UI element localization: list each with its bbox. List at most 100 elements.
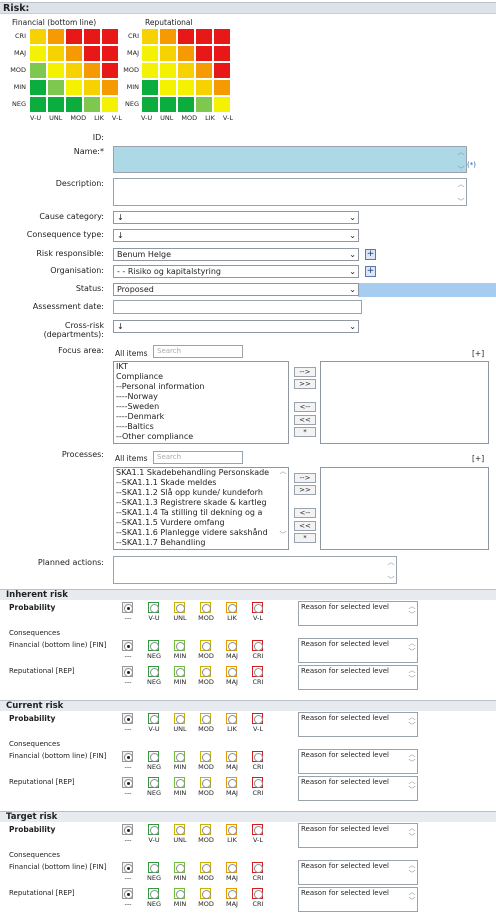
processes-list-item[interactable]: --SKA1.1.3 Registrere skade & kartleg bbox=[116, 498, 278, 508]
target-risk-probability-option-none[interactable] bbox=[122, 824, 133, 835]
target-risk-financial-option-cri[interactable] bbox=[252, 862, 263, 873]
add-responsible-button[interactable]: + bbox=[365, 249, 376, 260]
inherent-risk-probability-option-mod[interactable] bbox=[200, 602, 211, 613]
target-risk-reputational-option-min[interactable] bbox=[174, 888, 185, 899]
focus-clear-button[interactable]: * bbox=[294, 427, 316, 437]
consequence-type-select[interactable]: ↓ ⌄ bbox=[113, 229, 359, 242]
target-risk-probability-option-v-u[interactable] bbox=[148, 824, 159, 835]
current-risk-reputational-option-min[interactable] bbox=[174, 777, 185, 788]
description-field[interactable]: ︿ ﹀ bbox=[113, 178, 467, 206]
name-scrollbar[interactable]: ︿ ﹀ bbox=[456, 147, 466, 174]
current-risk-financial-radio[interactable] bbox=[175, 752, 185, 762]
planned-actions-field[interactable]: ︿ ﹀ bbox=[113, 556, 397, 584]
focus-move-right-button[interactable]: --> bbox=[294, 367, 316, 377]
target-risk-reputational-option-cri[interactable] bbox=[252, 888, 263, 899]
add-organisation-button[interactable]: + bbox=[365, 266, 376, 277]
target-risk-probability-radio[interactable] bbox=[175, 825, 185, 835]
target-risk-reputational-radio[interactable] bbox=[149, 889, 159, 899]
target-risk-probability-option-v-l[interactable] bbox=[252, 824, 263, 835]
target-risk-probability-reason-field[interactable]: Reason for selected level ︿ ﹀ bbox=[298, 823, 418, 848]
current-risk-probability-reason-scrollbar[interactable]: ︿ ﹀ bbox=[407, 713, 417, 736]
inherent-risk-financial-option-maj[interactable] bbox=[226, 640, 237, 651]
target-risk-reputational-radio[interactable] bbox=[123, 889, 133, 899]
processes-move-all-right-button[interactable]: >> bbox=[294, 485, 316, 495]
focus-list-item[interactable]: ----Sweden bbox=[116, 402, 288, 412]
current-risk-financial-option-cri[interactable] bbox=[252, 751, 263, 762]
current-risk-financial-radio[interactable] bbox=[201, 752, 211, 762]
current-risk-probability-option-mod[interactable] bbox=[200, 713, 211, 724]
inherent-risk-financial-radio[interactable] bbox=[227, 641, 237, 651]
current-risk-reputational-option-cri[interactable] bbox=[252, 777, 263, 788]
current-risk-reputational-radio[interactable] bbox=[175, 778, 185, 788]
current-risk-reputational-radio[interactable] bbox=[201, 778, 211, 788]
inherent-risk-reputational-radio[interactable] bbox=[149, 667, 159, 677]
processes-list-item[interactable]: --SKA1.1.2 Slå opp kunde/ kundeforh bbox=[116, 488, 278, 498]
current-risk-reputational-option-none[interactable] bbox=[122, 777, 133, 788]
current-risk-probability-option-v-u[interactable] bbox=[148, 713, 159, 724]
inherent-risk-financial-option-min[interactable] bbox=[174, 640, 185, 651]
current-risk-probability-option-none[interactable] bbox=[122, 713, 133, 724]
focus-list-item[interactable]: ----Denmark bbox=[116, 412, 288, 422]
description-scrollbar[interactable]: ︿ ﹀ bbox=[456, 179, 466, 206]
inherent-risk-probability-radio[interactable] bbox=[149, 603, 159, 613]
inherent-risk-reputational-reason-field[interactable]: Reason for selected level ︿ ﹀ bbox=[298, 665, 418, 690]
name-field[interactable]: ︿ ﹀ bbox=[113, 146, 467, 174]
inherent-risk-reputational-radio[interactable] bbox=[175, 667, 185, 677]
processes-list-item[interactable]: SKA1.1 Skadebehandling Personskade bbox=[116, 468, 278, 478]
processes-list-item[interactable]: --SKA1.1.7 Behandling bbox=[116, 538, 278, 548]
target-risk-probability-radio[interactable] bbox=[201, 825, 211, 835]
target-risk-financial-option-none[interactable] bbox=[122, 862, 133, 873]
current-risk-probability-radio[interactable] bbox=[201, 714, 211, 724]
target-risk-reputational-option-none[interactable] bbox=[122, 888, 133, 899]
processes-scrollbar[interactable]: ︿ ﹀ bbox=[278, 467, 288, 550]
inherent-risk-probability-option-v-l[interactable] bbox=[252, 602, 263, 613]
target-risk-probability-reason-scrollbar[interactable]: ︿ ﹀ bbox=[407, 824, 417, 847]
target-risk-financial-option-neg[interactable] bbox=[148, 862, 159, 873]
current-risk-reputational-option-mod[interactable] bbox=[200, 777, 211, 788]
inherent-risk-financial-radio[interactable] bbox=[201, 641, 211, 651]
inherent-risk-probability-radio[interactable] bbox=[123, 603, 133, 613]
current-risk-reputational-option-maj[interactable] bbox=[226, 777, 237, 788]
target-risk-reputational-radio[interactable] bbox=[175, 889, 185, 899]
current-risk-financial-radio[interactable] bbox=[123, 752, 133, 762]
target-risk-reputational-option-mod[interactable] bbox=[200, 888, 211, 899]
processes-list-item[interactable]: --SKA1.1.4 Ta stilling til dekning og a bbox=[116, 508, 278, 518]
current-risk-financial-option-none[interactable] bbox=[122, 751, 133, 762]
status-select[interactable]: Proposed ⌄ bbox=[113, 283, 359, 296]
target-risk-probability-radio[interactable] bbox=[227, 825, 237, 835]
focus-move-all-left-button[interactable]: << bbox=[294, 415, 316, 425]
inherent-risk-financial-option-mod[interactable] bbox=[200, 640, 211, 651]
inherent-risk-probability-option-unl[interactable] bbox=[174, 602, 185, 613]
inherent-risk-financial-reason-scrollbar[interactable]: ︿ ﹀ bbox=[407, 639, 417, 662]
current-risk-reputational-radio[interactable] bbox=[227, 778, 237, 788]
focus-expand-link[interactable]: [+] bbox=[472, 349, 484, 358]
inherent-risk-financial-option-none[interactable] bbox=[122, 640, 133, 651]
current-risk-probability-radio[interactable] bbox=[227, 714, 237, 724]
focus-list-item[interactable]: IKT bbox=[116, 362, 288, 372]
current-risk-probability-radio[interactable] bbox=[149, 714, 159, 724]
current-risk-financial-radio[interactable] bbox=[253, 752, 263, 762]
current-risk-reputational-reason-field[interactable]: Reason for selected level ︿ ﹀ bbox=[298, 776, 418, 801]
inherent-risk-reputational-option-min[interactable] bbox=[174, 666, 185, 677]
target-risk-reputational-reason-scrollbar[interactable]: ︿ ﹀ bbox=[407, 888, 417, 911]
target-risk-probability-option-mod[interactable] bbox=[200, 824, 211, 835]
inherent-risk-financial-radio[interactable] bbox=[123, 641, 133, 651]
target-risk-probability-option-unl[interactable] bbox=[174, 824, 185, 835]
target-risk-reputational-option-neg[interactable] bbox=[148, 888, 159, 899]
target-risk-reputational-radio[interactable] bbox=[227, 889, 237, 899]
inherent-risk-financial-option-cri[interactable] bbox=[252, 640, 263, 651]
target-risk-reputational-option-maj[interactable] bbox=[226, 888, 237, 899]
current-risk-probability-option-lik[interactable] bbox=[226, 713, 237, 724]
focus-list-item[interactable]: --Personal information bbox=[116, 382, 288, 392]
inherent-risk-reputational-radio[interactable] bbox=[123, 667, 133, 677]
current-risk-reputational-reason-scrollbar[interactable]: ︿ ﹀ bbox=[407, 777, 417, 800]
inherent-risk-probability-radio[interactable] bbox=[175, 603, 185, 613]
inherent-risk-probability-reason-scrollbar[interactable]: ︿ ﹀ bbox=[407, 602, 417, 625]
current-risk-reputational-radio[interactable] bbox=[123, 778, 133, 788]
inherent-risk-probability-radio[interactable] bbox=[253, 603, 263, 613]
inherent-risk-reputational-option-mod[interactable] bbox=[200, 666, 211, 677]
current-risk-reputational-radio[interactable] bbox=[149, 778, 159, 788]
target-risk-probability-radio[interactable] bbox=[123, 825, 133, 835]
inherent-risk-reputational-option-none[interactable] bbox=[122, 666, 133, 677]
current-risk-reputational-option-neg[interactable] bbox=[148, 777, 159, 788]
